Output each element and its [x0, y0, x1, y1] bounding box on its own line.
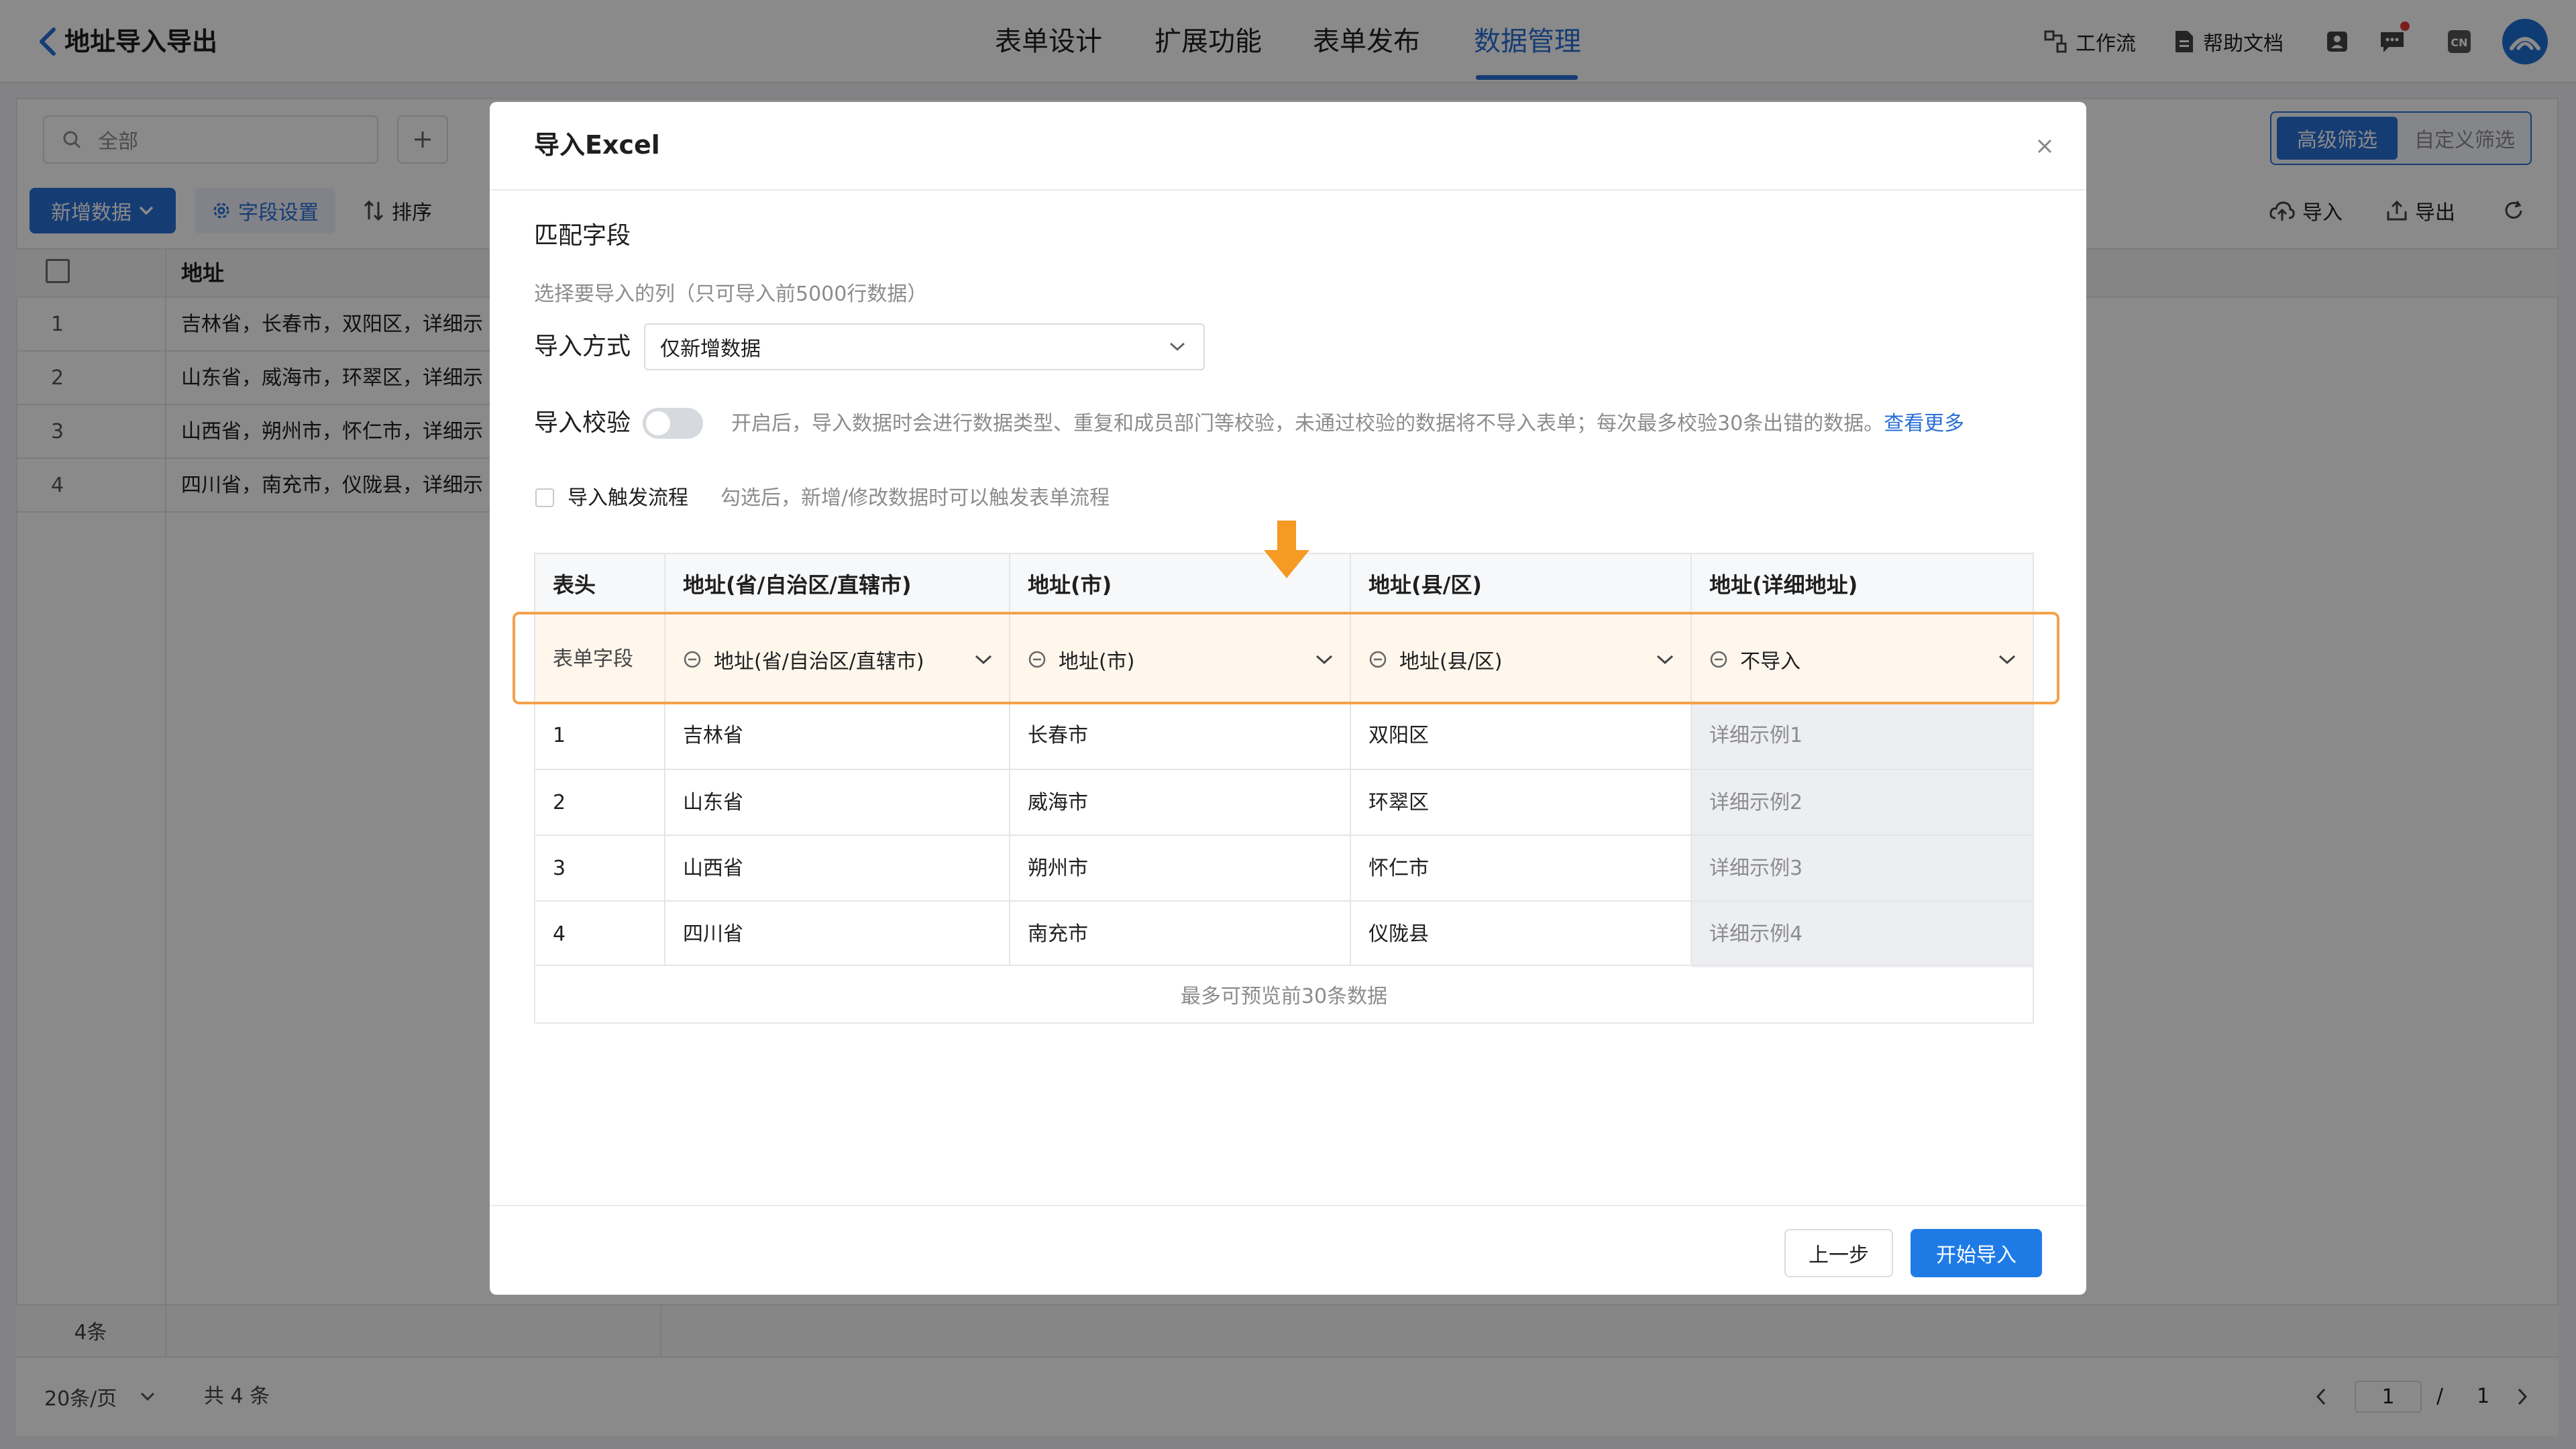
mapping-highlight-frame [513, 612, 2059, 704]
preview-cell: 山东省 [683, 791, 743, 814]
header-cell: 地址(详细地址) [1709, 572, 1858, 598]
preview-cell-excluded: 详细示例1 [1692, 703, 2033, 769]
import-hint: 选择要导入的列（只可导入前5000行数据） [534, 282, 928, 306]
preview-cell: 1 [553, 724, 566, 747]
toggle-knob [646, 411, 670, 435]
view-more-link[interactable]: 查看更多 [1884, 412, 1964, 435]
start-import-button[interactable]: 开始导入 [1911, 1229, 2042, 1277]
preview-cell: 3 [553, 857, 566, 880]
preview-cell: 环翠区 [1368, 791, 1429, 814]
preview-cell: 长春市 [1028, 724, 1088, 747]
modal-title: 导入Excel [534, 130, 660, 160]
preview-cell: 2 [553, 791, 566, 814]
preview-cell: 吉林省 [683, 724, 743, 747]
header-cell: 地址(省/自治区/直辖市) [683, 572, 912, 598]
preview-cell: 山西省 [683, 857, 743, 880]
chevron-down-icon [1169, 342, 1185, 352]
preview-cell: 4 [553, 922, 566, 946]
preview-cell: 威海市 [1028, 791, 1088, 814]
preview-note: 最多可预览前30条数据 [535, 965, 2033, 1022]
import-mode-select[interactable]: 仅新增数据 [644, 323, 1205, 370]
preview-cell-excluded: 详细示例2 [1692, 770, 2033, 836]
verify-description: 开启后，导入数据时会进行数据类型、重复和成员部门等校验，未通过校验的数据将不导入… [731, 405, 1964, 443]
close-icon[interactable] [2029, 130, 2061, 162]
verify-desc-text: 开启后，导入数据时会进行数据类型、重复和成员部门等校验，未通过校验的数据将不导入… [731, 412, 1884, 435]
modal-header-divider [490, 189, 2086, 191]
preview-cell: 双阳区 [1368, 724, 1429, 747]
modal-footer-divider [490, 1205, 2086, 1206]
preview-cell: 四川省 [683, 922, 743, 946]
verify-label: 导入校验 [534, 409, 631, 437]
arrow-down-icon [1261, 519, 1312, 580]
trigger-flow-label: 导入触发流程 [568, 486, 688, 510]
section-title: 匹配字段 [534, 222, 631, 250]
verify-toggle[interactable] [643, 408, 703, 439]
previous-step-button[interactable]: 上一步 [1784, 1229, 1893, 1277]
trigger-flow-description: 勾选后，新增/修改数据时可以触发表单流程 [720, 486, 1110, 510]
header-cell: 地址(县/区) [1368, 572, 1482, 598]
preview-cell: 怀仁市 [1368, 857, 1429, 880]
header-cell: 表头 [553, 572, 596, 598]
preview-cell-excluded: 详细示例3 [1692, 836, 2033, 902]
import-mode-value: 仅新增数据 [660, 337, 761, 361]
preview-cell: 仪陇县 [1368, 922, 1429, 946]
preview-cell: 南充市 [1028, 922, 1088, 946]
trigger-flow-checkbox[interactable] [535, 488, 554, 507]
import-mode-label: 导入方式 [534, 333, 631, 360]
preview-cell: 朔州市 [1028, 857, 1088, 880]
preview-cell-excluded: 详细示例4 [1692, 902, 2033, 967]
